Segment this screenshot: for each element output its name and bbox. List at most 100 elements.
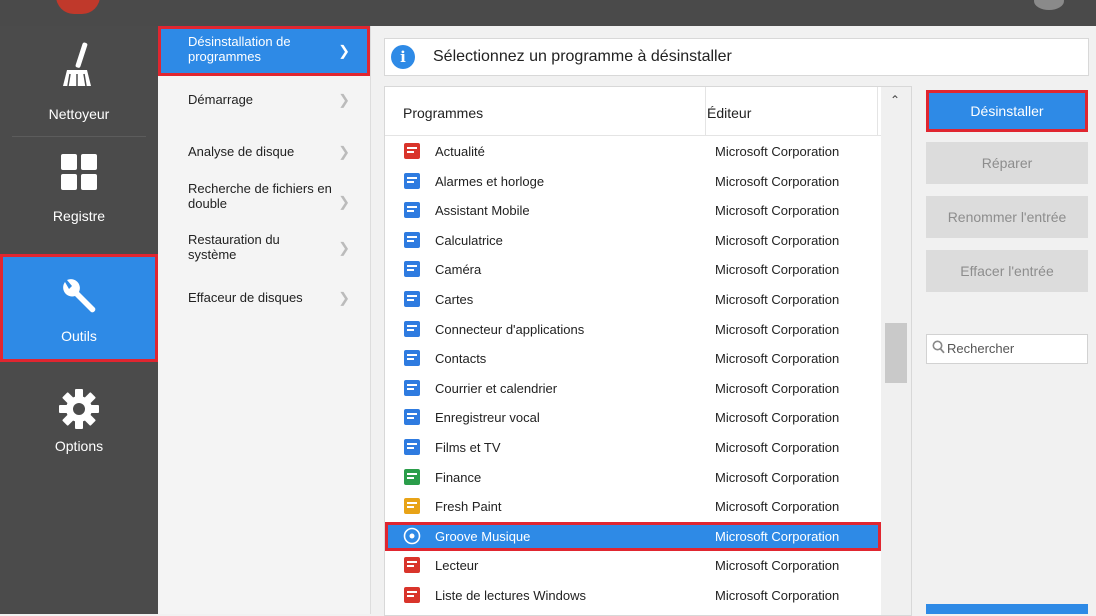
program-name: Films et TV <box>435 440 501 455</box>
table-row[interactable]: Lecteur Microsoft Corporation <box>385 551 881 580</box>
program-name: Actualité <box>435 144 485 159</box>
program-name: Lecteur <box>435 558 479 574</box>
sidebar: Nettoyeur Registre Outils Options <box>0 26 158 614</box>
sidebar-item-label: Options <box>54 438 104 454</box>
search-placeholder: Rechercher <box>947 341 1015 356</box>
submenu-item-label: Restauration du système <box>188 232 280 262</box>
alarm-icon <box>403 172 421 190</box>
program-publisher: Microsoft Corporation <box>715 232 840 248</box>
vertical-scrollbar[interactable]: ⌃ <box>881 87 911 615</box>
sidebar-item-nettoyeur[interactable]: Nettoyeur <box>0 26 158 134</box>
music-icon <box>403 527 421 545</box>
calculator-icon <box>403 231 421 249</box>
program-name: Contacts <box>435 351 487 367</box>
table-row[interactable]: Assistant Mobile Microsoft Corporation <box>385 196 881 225</box>
table-row[interactable]: Actualité Microsoft Corporation <box>385 137 881 166</box>
table-header: Programmes Éditeur <box>385 87 911 136</box>
tools-submenu: Désinstallation de programmes ❯ Démarrag… <box>158 26 371 614</box>
table-row[interactable]: Groove Musique Microsoft Corporation <box>385 521 881 551</box>
chevron-right-icon: ❯ <box>338 42 350 59</box>
divider <box>877 87 878 135</box>
program-name: Fresh Paint <box>435 499 502 515</box>
table-row[interactable]: Films et TV Microsoft Corporation <box>385 433 881 462</box>
search-input[interactable]: Rechercher <box>926 334 1088 364</box>
table-row[interactable]: Finance Microsoft Corporation <box>385 463 881 492</box>
program-name: Finance <box>435 469 482 485</box>
program-publisher: Microsoft Corporation <box>715 292 840 307</box>
submenu-item-demarrage[interactable]: Démarrage ❯ <box>158 84 370 136</box>
submenu-item-label: Recherche de fichiers en double <box>188 181 332 211</box>
program-publisher: Microsoft Corporation <box>715 262 840 278</box>
sidebar-item-outils[interactable]: Outils <box>0 254 158 362</box>
scrollbar-thumb[interactable] <box>885 323 907 383</box>
contacts-icon <box>403 349 421 367</box>
chevron-right-icon: ❯ <box>338 193 350 210</box>
table-row[interactable]: Courrier et calendrier Microsoft Corporat… <box>385 374 881 403</box>
repair-button[interactable]: Réparer <box>926 142 1088 184</box>
sidebar-item-label: Registre <box>52 208 106 224</box>
program-publisher: Microsoft Corporation <box>715 499 840 515</box>
uninstall-button[interactable]: Désinstaller <box>926 90 1088 132</box>
chevron-right-icon: ❯ <box>338 239 350 256</box>
programs-table: Programmes Éditeur ⌃ Actualité Microsoft … <box>384 86 912 616</box>
table-row[interactable]: Liste de lectures Windows Microsoft Corpo… <box>385 581 881 610</box>
phone-icon <box>403 201 421 219</box>
table-row[interactable]: Contacts Microsoft Corporation <box>385 344 881 373</box>
submenu-item-restauration[interactable]: Restauration du système ❯ <box>158 230 370 282</box>
bottom-action-button[interactable] <box>926 604 1088 614</box>
program-publisher: Microsoft Corporation <box>715 528 840 544</box>
delete-entry-button[interactable]: Effacer l'entrée <box>926 250 1088 292</box>
column-header-editeur[interactable]: Éditeur <box>707 105 751 121</box>
table-row[interactable]: Alarmes et horloge Microsoft Corporation <box>385 167 881 196</box>
program-name: Groove Musique <box>435 528 531 544</box>
program-name: Courrier et calendrier <box>435 380 558 396</box>
sidebar-item-options[interactable]: Options <box>0 366 158 474</box>
column-header-programmes[interactable]: Programmes <box>403 105 483 121</box>
program-publisher: Microsoft Corporation <box>715 321 840 337</box>
rename-entry-button[interactable]: Renommer l'entrée <box>926 196 1088 238</box>
program-publisher: Microsoft Corporation <box>715 588 840 603</box>
program-publisher: Microsoft Corporation <box>715 203 840 219</box>
chevron-right-icon: ❯ <box>338 143 350 160</box>
info-banner: i Sélectionnez un programme à désinstall… <box>384 38 1089 76</box>
camera-icon <box>403 260 421 278</box>
submenu-item-doublons[interactable]: Recherche de fichiers en double ❯ <box>158 176 370 228</box>
maps-icon <box>403 290 421 308</box>
gear-icon <box>58 388 100 435</box>
program-name: Cartes <box>435 292 474 307</box>
reader-icon <box>403 556 421 574</box>
submenu-item-label: Effaceur de disques <box>188 290 303 305</box>
program-publisher: Microsoft Corporation <box>715 469 840 485</box>
table-row[interactable]: Caméra Microsoft Corporation <box>385 255 881 284</box>
broom-icon <box>59 40 99 93</box>
info-icon: i <box>391 45 415 69</box>
table-row[interactable]: Fresh Paint Microsoft Corporation <box>385 492 881 521</box>
submenu-item-label: Désinstallation de programmes <box>188 34 291 64</box>
program-name: Caméra <box>435 262 482 278</box>
submenu-item-effaceur[interactable]: Effaceur de disques ❯ <box>158 284 370 336</box>
program-publisher: Microsoft Corporation <box>715 144 840 159</box>
film-icon <box>403 438 421 456</box>
table-row[interactable]: Cartes Microsoft Corporation <box>385 285 881 314</box>
info-text: Sélectionnez un programme à désinstaller <box>433 48 732 65</box>
sidebar-item-label: Outils <box>61 328 97 344</box>
table-row[interactable]: Enregistreur vocal Microsoft Corporation <box>385 403 881 432</box>
submenu-item-label: Démarrage <box>188 92 254 107</box>
chevron-right-icon: ❯ <box>338 91 350 108</box>
program-publisher: Microsoft Corporation <box>715 558 840 574</box>
program-publisher: Microsoft Corporation <box>715 410 840 426</box>
submenu-item-desinstallation[interactable]: Désinstallation de programmes ❯ <box>158 26 370 76</box>
connector-icon <box>403 320 421 338</box>
scroll-up-icon[interactable]: ⌃ <box>890 93 900 107</box>
sidebar-item-registre[interactable]: Registre <box>0 138 158 246</box>
table-row[interactable]: Calculatrice Microsoft Corporation <box>385 226 881 255</box>
divider <box>705 87 706 135</box>
title-bar <box>0 0 1096 26</box>
table-row[interactable]: Connecteur d'applications Microsoft Corpo… <box>385 315 881 344</box>
chevron-right-icon: ❯ <box>338 289 350 306</box>
program-name: Enregistreur vocal <box>435 410 540 426</box>
search-icon <box>932 340 945 357</box>
window-control-icon[interactable] <box>1034 0 1064 10</box>
program-name: Liste de lectures Windows <box>435 588 587 603</box>
news-icon <box>403 142 421 160</box>
